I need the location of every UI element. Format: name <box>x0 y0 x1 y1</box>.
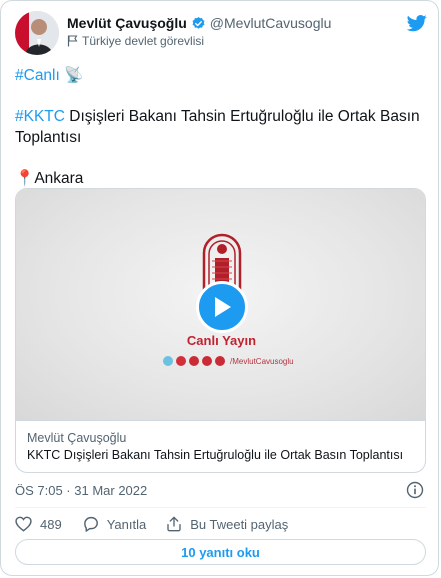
satellite-emoji: 📡 <box>64 67 84 84</box>
read-replies-button[interactable]: 10 yanıtı oku <box>15 539 426 565</box>
reply-label: Yanıtla <box>106 516 147 532</box>
play-icon <box>215 297 231 317</box>
facebook-small-icon <box>189 356 199 366</box>
heart-icon <box>15 516 32 532</box>
tweet-location: Ankara <box>34 170 84 187</box>
twitter-small-icon <box>176 356 186 366</box>
pin-emoji: 📍 <box>15 170 35 187</box>
name-row: Mevlüt Çavuşoğlu @MevlutCavusoglu <box>67 15 331 31</box>
hashtag-kktc[interactable]: #KKTC <box>15 108 65 125</box>
overlay-handle: /MevlutCavusoglu <box>230 356 294 366</box>
tweet-card: Mevlüt Çavuşoğlu @MevlutCavusoglu Türkiy… <box>0 0 439 576</box>
media-meta[interactable]: Mevlüt Çavuşoğlu KKTC Dışişleri Bakanı T… <box>16 420 425 472</box>
user-handle[interactable]: @MevlutCavusoglu <box>210 15 332 31</box>
twitter-bird-icon[interactable] <box>407 13 427 33</box>
reply-button[interactable]: Yanıtla <box>82 516 147 532</box>
divider <box>15 507 426 508</box>
tweet-headline: Dışişleri Bakanı Tahsin Ertuğruloğlu ile… <box>15 108 420 146</box>
play-button[interactable] <box>196 281 248 333</box>
tweet-header: Mevlüt Çavuşoğlu @MevlutCavusoglu Türkiy… <box>15 11 427 55</box>
share-icon <box>167 516 181 532</box>
overlay-title: Canlı Yayın <box>186 333 257 348</box>
avatar[interactable] <box>15 11 59 55</box>
info-icon[interactable] <box>406 481 424 499</box>
video-thumbnail[interactable]: Canlı Yayın /MevlutCavusoglu <box>16 189 425 420</box>
like-button[interactable]: 489 <box>15 516 62 532</box>
hashtag-live[interactable]: #Canlı <box>15 67 60 84</box>
account-label-text: Türkiye devlet görevlisi <box>82 34 205 48</box>
share-button[interactable]: Bu Tweeti paylaş <box>166 516 288 532</box>
tweet-timestamp[interactable]: ÖS 7:05 · 31 Mar 2022 <box>15 483 147 498</box>
like-count: 489 <box>40 516 62 532</box>
periscope-icon <box>163 356 173 366</box>
account-label: Türkiye devlet görevlisi <box>67 34 204 48</box>
media-title: KKTC Dışişleri Bakanı Tahsin Ertuğruloğl… <box>27 448 404 462</box>
youtube-small-icon <box>202 356 212 366</box>
flag-icon <box>67 35 78 47</box>
media-author: Mevlüt Çavuşoğlu <box>27 431 127 445</box>
tweet-text: #Canlı 📡 #KKTC Dışişleri Bakanı Tahsin E… <box>15 65 425 189</box>
instagram-small-icon <box>215 356 225 366</box>
reply-icon <box>83 516 98 532</box>
overlay-social-row: /MevlutCavusoglu <box>163 355 294 367</box>
verified-badge-icon <box>192 16 205 29</box>
share-label: Bu Tweeti paylaş <box>190 516 289 532</box>
action-bar: 489 Yanıtla Bu Tweeti paylaş <box>15 514 308 534</box>
user-name[interactable]: Mevlüt Çavuşoğlu <box>67 15 187 31</box>
media-card[interactable]: Canlı Yayın /MevlutCavusoglu Mevlüt Çavu… <box>15 188 426 473</box>
